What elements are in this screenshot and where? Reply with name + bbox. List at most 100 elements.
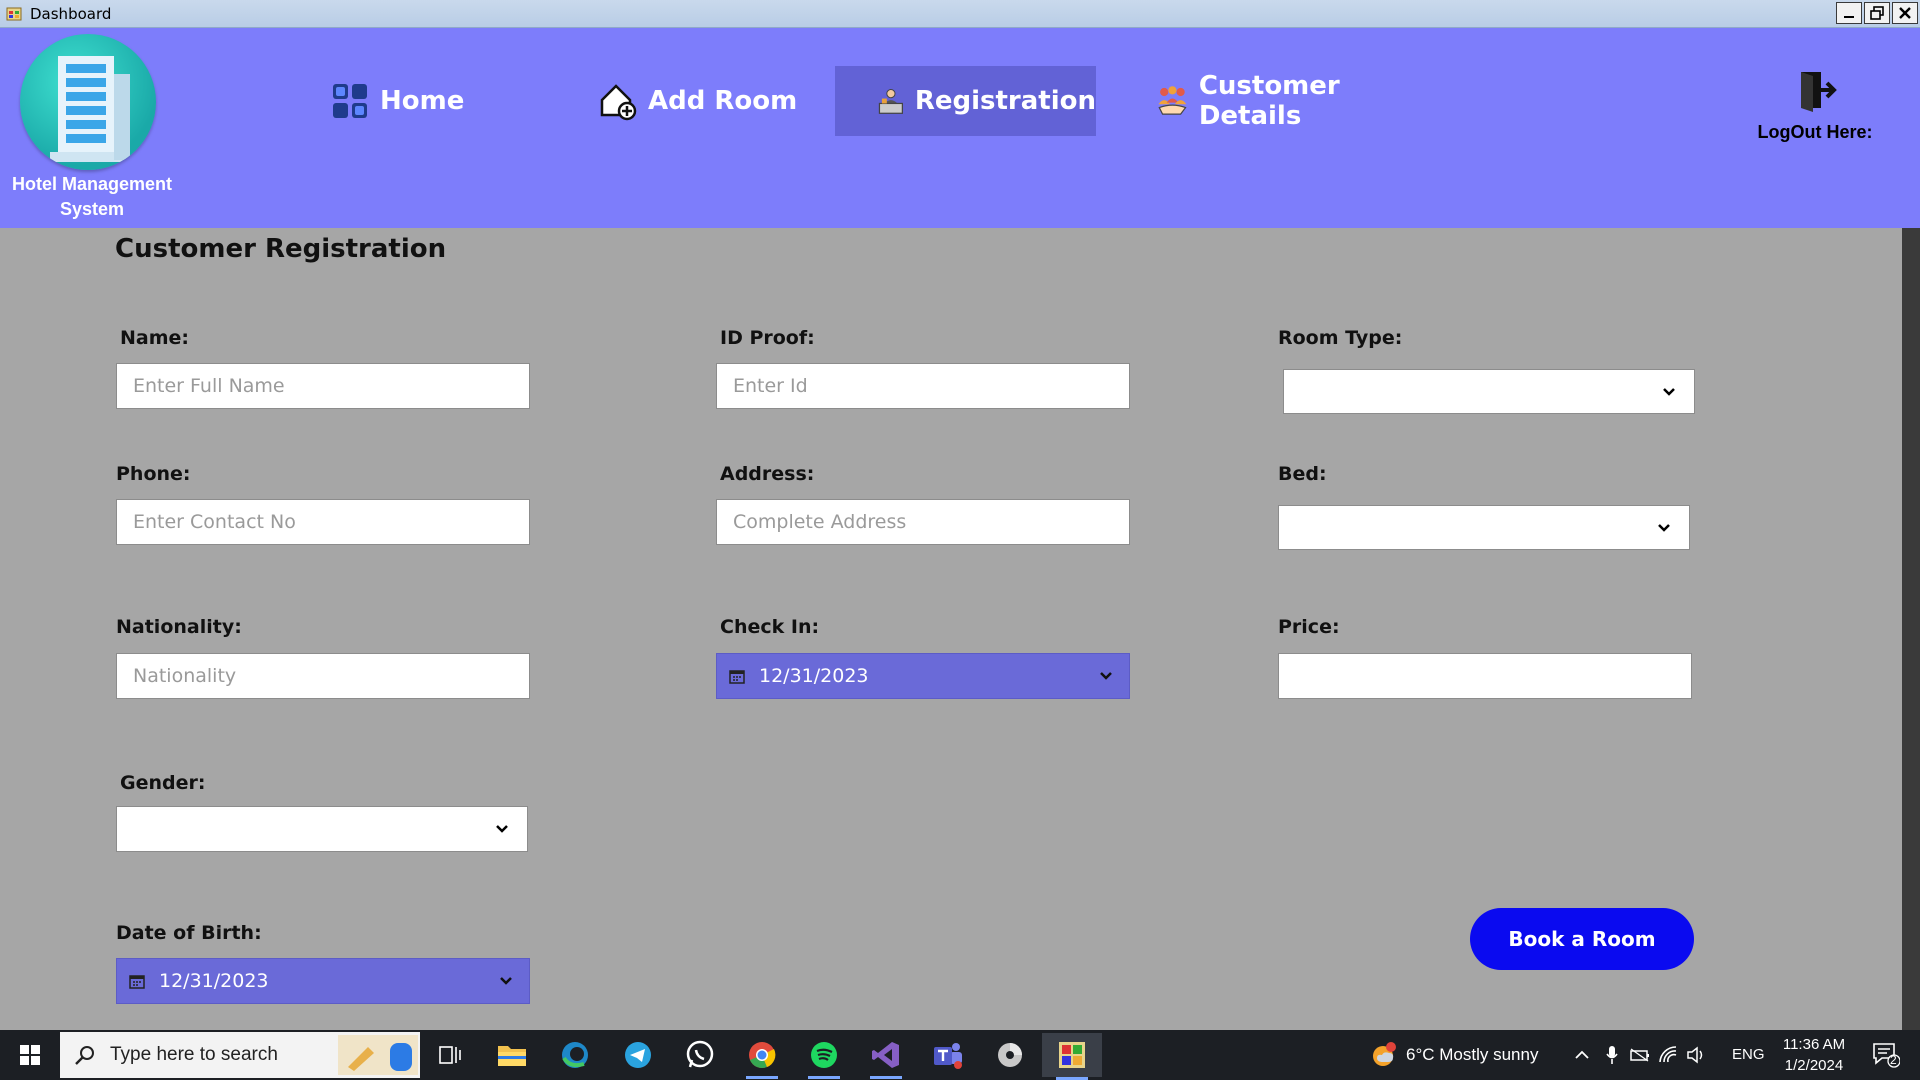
whatsapp-icon [686, 1040, 714, 1068]
address-label: Address: [720, 463, 815, 485]
window-titlebar: Dashboard [0, 0, 1920, 28]
microphone-button[interactable] [1600, 1036, 1624, 1074]
window-title: Dashboard [30, 5, 112, 23]
folder-icon [498, 1046, 526, 1066]
start-button[interactable] [10, 1036, 50, 1074]
check-in-label: Check In: [720, 616, 820, 638]
dob-datepicker[interactable]: 12/31/2023 [116, 958, 530, 1004]
clock-time: 11:36 AM [1782, 1036, 1846, 1053]
phone-input[interactable]: Enter Contact No [116, 499, 530, 545]
disc-app-button[interactable] [990, 1036, 1030, 1074]
telegram-button[interactable] [618, 1036, 658, 1074]
task-view-icon [439, 1046, 461, 1064]
price-input[interactable] [1278, 653, 1692, 699]
close-button[interactable] [1892, 2, 1918, 24]
weather-text: 6°C Mostly sunny [1406, 1045, 1539, 1064]
gender-label: Gender: [120, 772, 206, 794]
file-explorer-button[interactable] [492, 1036, 532, 1074]
calendar-icon [729, 670, 745, 684]
name-label: Name: [120, 327, 190, 349]
calendar-icon [129, 975, 145, 989]
teams-icon [934, 1043, 962, 1069]
taskbar-clock[interactable]: 11:36 AM 1/2/2024 [1782, 1034, 1846, 1076]
dashboard-taskbar-button[interactable] [1042, 1033, 1102, 1080]
spotify-button[interactable] [804, 1036, 844, 1079]
nationality-input[interactable]: Nationality [116, 653, 530, 699]
volume-button[interactable] [1684, 1036, 1708, 1074]
name-input[interactable]: Enter Full Name [116, 363, 530, 409]
chrome-button[interactable] [742, 1036, 782, 1079]
dashboard-grid-icon [333, 84, 367, 118]
room-type-select[interactable] [1283, 369, 1695, 414]
app-window-icon [6, 7, 22, 21]
logout-label: LogOut Here: [1757, 122, 1873, 142]
windows-logo-icon [20, 1045, 40, 1065]
notifications-button[interactable]: 2 [1866, 1036, 1906, 1074]
search-highlight-icon [338, 1035, 418, 1075]
taskbar-search-box[interactable]: Type here to search [60, 1032, 420, 1078]
task-view-button[interactable] [430, 1036, 470, 1074]
wifi-button[interactable] [1656, 1036, 1680, 1074]
customers-group-icon [1158, 86, 1187, 115]
spotify-icon [811, 1042, 837, 1068]
restore-icon [1870, 6, 1884, 20]
chevron-down-icon [1658, 523, 1670, 532]
registration-desk-icon [878, 89, 903, 114]
nav-home[interactable]: Home [330, 66, 480, 136]
check-in-datepicker[interactable]: 12/31/2023 [716, 653, 1130, 699]
price-label: Price: [1278, 616, 1340, 638]
hotel-building-icon [50, 56, 130, 162]
logout-button[interactable]: LogOut Here: [1740, 68, 1890, 143]
check-in-value: 12/31/2023 [759, 665, 869, 687]
nav-add-room[interactable]: Add Room [598, 66, 798, 136]
address-input[interactable]: Complete Address [716, 499, 1130, 545]
weather-widget[interactable] [1364, 1036, 1404, 1074]
whatsapp-button[interactable] [680, 1036, 720, 1074]
phone-label: Phone: [116, 463, 191, 485]
book-room-button[interactable]: Book a Room [1470, 908, 1694, 970]
dob-label: Date of Birth: [116, 922, 262, 944]
gender-select[interactable] [116, 806, 528, 852]
edge-browser-button[interactable] [555, 1036, 595, 1074]
speaker-icon [1687, 1046, 1703, 1064]
nav-home-label: Home [380, 86, 465, 116]
dob-value: 12/31/2023 [159, 970, 269, 992]
bed-label: Bed: [1278, 463, 1327, 485]
wifi-icon [1659, 1046, 1677, 1063]
search-icon [75, 1046, 94, 1065]
bed-select[interactable] [1278, 505, 1690, 550]
minimize-button[interactable] [1836, 2, 1862, 24]
search-placeholder: Type here to search [110, 1044, 278, 1065]
nav-customer-details[interactable]: Customer Details [1156, 66, 1406, 136]
chevron-up-icon [1575, 1050, 1589, 1059]
nationality-label: Nationality: [116, 616, 242, 638]
app-name: Hotel Management System [11, 174, 173, 219]
battery-button[interactable] [1628, 1036, 1652, 1074]
show-hidden-icons-button[interactable] [1570, 1036, 1594, 1074]
nav-registration-label: Registration [914, 86, 1096, 116]
chrome-icon [749, 1042, 776, 1068]
windows-taskbar: Type here to search 6°C Mostly sunny ENG… [0, 1030, 1920, 1080]
page-title: Customer Registration [115, 234, 447, 264]
room-type-label: Room Type: [1278, 327, 1403, 349]
telegram-icon [625, 1042, 651, 1068]
dashboard-app-icon [1059, 1042, 1085, 1068]
nav-registration[interactable]: Registration [835, 66, 1096, 136]
teams-button[interactable] [928, 1036, 968, 1074]
clock-date: 1/2/2024 [1784, 1057, 1844, 1074]
visual-studio-button[interactable] [866, 1036, 906, 1079]
restore-button[interactable] [1864, 2, 1890, 24]
language-indicator[interactable]: ENG [1732, 1046, 1765, 1063]
scroll-edge [1902, 228, 1920, 1030]
nav-customer-details-label: Customer Details [1198, 71, 1340, 131]
disc-icon [998, 1043, 1022, 1067]
nav-add-room-label: Add Room [648, 86, 798, 116]
visual-studio-icon [872, 1042, 899, 1068]
chevron-down-icon [496, 825, 508, 833]
id-proof-input[interactable]: Enter Id [716, 363, 1130, 409]
add-home-icon [600, 84, 637, 121]
close-icon [1899, 7, 1911, 19]
minimize-icon [1844, 16, 1854, 18]
weather-sunny-icon [1373, 1042, 1396, 1066]
chevron-down-icon [1663, 387, 1675, 396]
